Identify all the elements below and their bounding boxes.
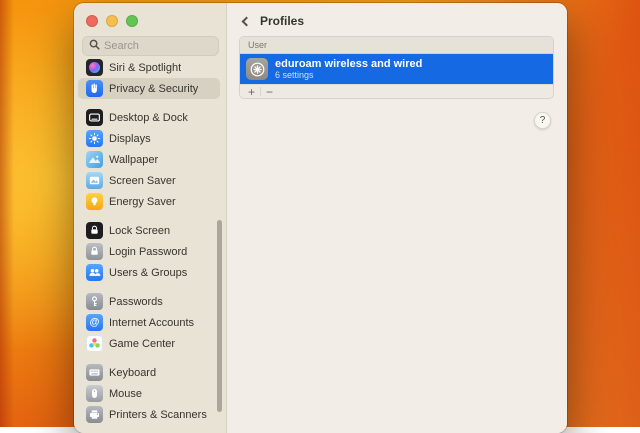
search-input[interactable] [104, 40, 212, 52]
mouse-icon [86, 385, 103, 402]
keyboard-icon [86, 364, 103, 381]
question-mark-icon: ? [540, 115, 546, 126]
sidebar-item-label: Login Password [109, 246, 187, 258]
sidebar-item-label: Privacy & Security [109, 83, 198, 95]
sidebar-item-desktop-dock[interactable]: Desktop & Dock [78, 107, 220, 128]
sidebar-item-mouse[interactable]: Mouse [78, 383, 220, 404]
profile-title: eduroam wireless and wired [275, 58, 422, 71]
add-profile-button[interactable]: + [244, 86, 259, 98]
sidebar-item-energy-saver[interactable]: Energy Saver [78, 191, 220, 212]
screen-saver-icon [86, 172, 103, 189]
search-field[interactable] [82, 36, 219, 56]
sidebar-item-siri[interactable]: Siri & Spotlight [78, 57, 220, 78]
settings-sidebar: Siri & Spotlight Privacy & Security Deskto… [74, 3, 227, 433]
displays-icon [86, 130, 103, 147]
wallpaper-icon [86, 151, 103, 168]
sidebar-item-label: Energy Saver [109, 196, 176, 208]
table-footer: + − [240, 84, 553, 98]
sidebar-item-label: Siri & Spotlight [109, 62, 181, 74]
desktop-dock-icon [86, 109, 103, 126]
sidebar-item-label: Internet Accounts [109, 317, 194, 329]
sidebar-item-label: Passwords [109, 296, 163, 308]
sidebar-item-screen-saver[interactable]: Screen Saver [78, 170, 220, 191]
search-icon [89, 37, 100, 55]
passwords-icon [86, 293, 103, 310]
sidebar-item-internet-accounts[interactable]: @ Internet Accounts [78, 312, 220, 333]
close-button-icon[interactable] [86, 15, 98, 27]
profiles-rows: eduroam wireless and wired6 settings [240, 54, 553, 84]
sidebar-item-label: Keyboard [109, 367, 156, 379]
sidebar-item-label: Displays [109, 133, 151, 145]
privacy-icon [86, 80, 103, 97]
sidebar-item-label: Desktop & Dock [109, 112, 188, 124]
energy-saver-icon [86, 193, 103, 210]
sidebar-item-printers-scanners[interactable]: Printers & Scanners [78, 404, 220, 425]
system-settings-window: Siri & Spotlight Privacy & Security Deskto… [74, 3, 567, 433]
sidebar-item-keyboard[interactable]: Keyboard [78, 362, 220, 383]
internet-accounts-icon: @ [86, 314, 103, 331]
sidebar-item-game-center[interactable]: Game Center [78, 333, 220, 354]
profile-row[interactable]: eduroam wireless and wired6 settings [240, 54, 553, 84]
footer-divider [260, 87, 261, 96]
page-title: Profiles [260, 14, 304, 28]
sidebar-item-label: Users & Groups [109, 267, 187, 279]
sidebar-item-lock-screen[interactable]: Lock Screen [78, 220, 220, 241]
sidebar-nav: Siri & Spotlight Privacy & Security Deskto… [78, 57, 220, 433]
pane-header: Profiles [227, 3, 567, 29]
minimize-button-icon[interactable] [106, 15, 118, 27]
sidebar-item-label: Printers & Scanners [109, 409, 207, 421]
sidebar-item-login-password[interactable]: Login Password [78, 241, 220, 262]
sidebar-item-label: Wallpaper [109, 154, 158, 166]
help-button[interactable]: ? [534, 112, 551, 129]
sidebar-item-label: Screen Saver [109, 175, 176, 187]
sidebar-item-passwords[interactable]: Passwords [78, 291, 220, 312]
users-groups-icon [86, 264, 103, 281]
zoom-button-icon[interactable] [126, 15, 138, 27]
sidebar-item-wallpaper[interactable]: Wallpaper [78, 149, 220, 170]
sidebar-item-label: Mouse [109, 388, 142, 400]
profile-texts: eduroam wireless and wired6 settings [275, 58, 422, 81]
chevron-left-icon[interactable] [242, 16, 252, 26]
printers-scanners-icon [86, 406, 103, 423]
remove-profile-button[interactable]: − [262, 86, 277, 98]
sidebar-item-label: Game Center [109, 338, 175, 350]
game-center-icon [86, 335, 103, 352]
sidebar-item-privacy[interactable]: Privacy & Security [78, 78, 220, 99]
profiles-table: User eduroam wireless and wired6 setting… [239, 36, 554, 99]
sidebar-item-displays[interactable]: Displays [78, 128, 220, 149]
profile-gear-icon [246, 58, 268, 80]
profile-subtitle: 6 settings [275, 70, 422, 80]
siri-icon [86, 59, 103, 76]
section-header-label: User [248, 40, 267, 50]
login-password-icon [86, 243, 103, 260]
window-controls [74, 3, 226, 27]
sidebar-item-label: Lock Screen [109, 225, 170, 237]
lock-screen-icon [86, 222, 103, 239]
sidebar-item-users-groups[interactable]: Users & Groups [78, 262, 220, 283]
sidebar-scrollbar[interactable] [217, 220, 222, 412]
table-section-header: User [240, 37, 553, 54]
profiles-pane: Profiles User eduroam wireless and wired… [227, 3, 567, 433]
